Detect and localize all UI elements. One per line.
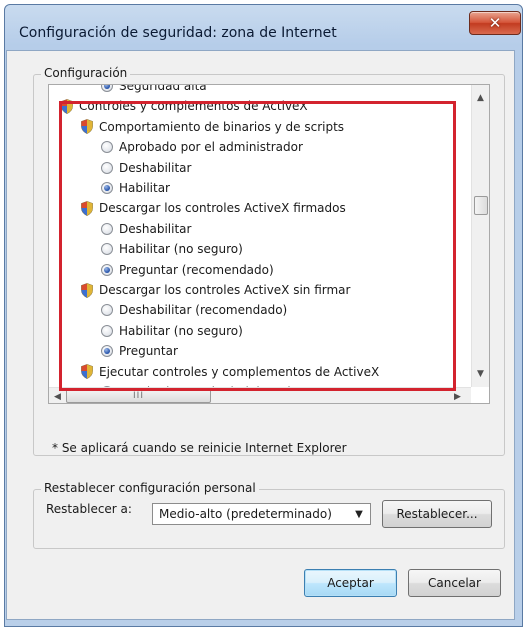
security-level-value: Medio-alto (predeterminado)	[159, 507, 332, 521]
horizontal-scroll-thumb[interactable]: III	[66, 389, 211, 403]
tree-option-row[interactable]: Habilitar (no seguro)	[101, 321, 243, 341]
scroll-up-arrow-icon[interactable]: ▲	[472, 89, 489, 106]
settings-group-label: Configuración	[41, 66, 131, 80]
tree-row-label: Preguntar	[119, 344, 178, 359]
tree-row-label: Deshabilitar	[119, 160, 192, 175]
security-shield-icon	[81, 200, 93, 216]
reset-button[interactable]: Restablecer...	[382, 500, 492, 528]
tree-row-label: Habilitar	[119, 181, 170, 195]
radio-unselected-icon[interactable]	[101, 161, 113, 174]
close-button[interactable]: ✕	[469, 11, 521, 35]
tree-row-label: Comportamiento de binarios y de scripts	[99, 119, 345, 134]
tree-setting-row: Comportamiento de binarios y de scripts	[81, 117, 344, 137]
tree-setting-row: Descargar los controles ActiveX firmados	[81, 198, 346, 218]
security-settings-tree[interactable]: Seguridad alta Controles y complementos d…	[48, 84, 490, 404]
tree-option-row[interactable]: Deshabilitar (recomendado)	[101, 300, 287, 320]
tree-option-row[interactable]: Seguridad alta	[101, 85, 207, 96]
tree-row-label: Habilitar (no seguro)	[119, 323, 243, 338]
scroll-grip-icon: III	[133, 391, 144, 401]
scroll-down-arrow-icon[interactable]: ▼	[472, 365, 489, 382]
tree-category-row: Controles y complementos de ActiveX	[61, 96, 308, 116]
reset-button-label: Restablecer...	[396, 507, 478, 521]
cancel-button-label: Cancelar	[428, 576, 481, 590]
tree-row-label: Deshabilitar	[119, 221, 192, 236]
security-shield-icon	[61, 98, 73, 114]
restart-note: * Se aplicará cuando se reinicie Interne…	[52, 441, 347, 455]
tree-option-row[interactable]: Aprobado por el administrador	[101, 137, 303, 157]
chevron-down-icon: ▼	[355, 508, 363, 520]
radio-unselected-icon[interactable]	[101, 222, 113, 235]
horizontal-scrollbar[interactable]: ◀ III ▶	[49, 387, 471, 403]
vertical-scroll-thumb[interactable]	[474, 196, 488, 215]
tree-setting-row: Descargar los controles ActiveX sin firm…	[81, 280, 350, 300]
radio-selected-icon[interactable]	[101, 345, 113, 358]
radio-unselected-icon[interactable]	[101, 304, 113, 317]
tree-row-label: Deshabilitar (recomendado)	[119, 303, 288, 318]
radio-selected-icon[interactable]	[101, 85, 113, 92]
scroll-right-arrow-icon[interactable]: ▶	[449, 388, 466, 403]
radio-unselected-icon[interactable]	[101, 243, 113, 256]
ok-button-label: Aceptar	[327, 576, 374, 590]
radio-unselected-icon[interactable]	[101, 141, 113, 154]
security-shield-icon	[81, 282, 93, 298]
tree-option-row[interactable]: Deshabilitar	[101, 219, 191, 239]
security-shield-icon	[81, 364, 93, 380]
tree-option-row[interactable]: Habilitar	[101, 178, 170, 198]
tree-viewport: Seguridad alta Controles y complementos d…	[49, 85, 469, 387]
tree-row-label: Habilitar (no seguro)	[119, 242, 243, 257]
tree-option-row[interactable]: Deshabilitar	[101, 158, 191, 178]
tree-row-label: Controles y complementos de ActiveX	[79, 99, 308, 114]
tree-row-label: Descargar los controles ActiveX sin firm…	[99, 283, 351, 297]
scroll-left-arrow-icon[interactable]: ◀	[49, 388, 66, 403]
window-title: Configuración de seguridad: zona de Inte…	[19, 25, 337, 41]
close-icon: ✕	[488, 14, 502, 32]
ok-button[interactable]: Aceptar	[304, 569, 397, 597]
security-shield-icon	[81, 119, 93, 135]
security-level-dropdown[interactable]: Medio-alto (predeterminado) ▼	[152, 503, 371, 525]
tree-row-label: Aprobado por el administrador	[119, 140, 303, 155]
radio-selected-icon[interactable]	[101, 263, 113, 276]
tree-option-row[interactable]: Habilitar (no seguro)	[101, 239, 243, 259]
tree-option-row[interactable]: Preguntar (recomendado)	[101, 260, 274, 280]
radio-selected-icon[interactable]	[101, 182, 113, 194]
tree-row-label: Preguntar (recomendado)	[119, 262, 274, 277]
tree-row-label: Descargar los controles ActiveX firmados	[99, 201, 346, 216]
cancel-button[interactable]: Cancelar	[408, 569, 501, 597]
radio-unselected-icon[interactable]	[101, 324, 113, 337]
tree-option-row[interactable]: Preguntar	[101, 341, 178, 361]
reset-group-label: Restablecer configuración personal	[41, 481, 259, 495]
reset-to-label: Restablecer a:	[46, 502, 132, 516]
tree-row-label: Ejecutar controles y complementos de Act…	[99, 364, 380, 379]
tree-row-label: Seguridad alta	[119, 85, 207, 93]
vertical-scrollbar[interactable]: ▲ ▼	[471, 85, 489, 387]
tree-setting-row: Ejecutar controles y complementos de Act…	[81, 362, 379, 382]
